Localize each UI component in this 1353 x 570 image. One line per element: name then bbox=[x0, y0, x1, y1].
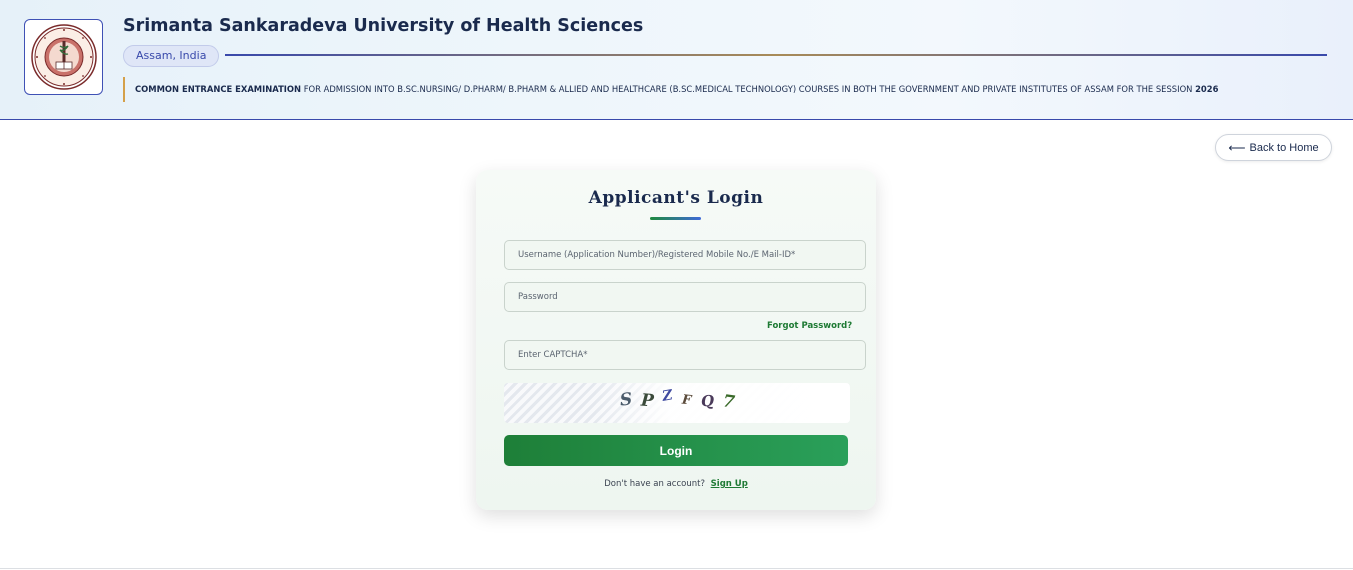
exam-description: FOR ADMISSION INTO B.SC.NURSING/ D.PHARM… bbox=[301, 84, 1196, 94]
forgot-password-link[interactable]: Forgot Password? bbox=[767, 321, 852, 331]
footer-divider bbox=[0, 568, 1353, 569]
arrow-left-icon: ⟵ bbox=[1228, 140, 1246, 155]
username-input[interactable] bbox=[504, 240, 866, 270]
signup-row: Don't have an account? Sign Up bbox=[476, 479, 876, 489]
signup-link[interactable]: Sign Up bbox=[711, 479, 748, 489]
login-title: Applicant's Login bbox=[588, 188, 764, 208]
captcha-char: P bbox=[640, 390, 655, 412]
captcha-image: S P Z F Q 7 bbox=[504, 383, 850, 423]
login-button[interactable]: Login bbox=[504, 435, 848, 466]
captcha-char: S bbox=[618, 389, 634, 411]
captcha-char: F bbox=[681, 392, 693, 409]
captcha-input[interactable] bbox=[504, 340, 866, 370]
captcha-char: 7 bbox=[721, 391, 736, 413]
university-name: Srimanta Sankaradeva University of Healt… bbox=[123, 16, 644, 36]
university-seal-icon bbox=[30, 24, 97, 90]
exam-title: COMMON ENTRANCE EXAMINATION bbox=[135, 84, 302, 94]
university-logo bbox=[24, 19, 103, 95]
exam-announcement: COMMON ENTRANCE EXAMINATION FOR ADMISSIO… bbox=[123, 77, 1303, 102]
password-input[interactable] bbox=[504, 282, 866, 312]
login-card: Applicant's Login Forgot Password? S P Z… bbox=[476, 170, 876, 510]
captcha-char: Z bbox=[661, 387, 674, 405]
site-header: Srimanta Sankaradeva University of Healt… bbox=[0, 0, 1353, 120]
back-to-home-button[interactable]: ⟵ Back to Home bbox=[1215, 134, 1332, 161]
no-account-text: Don't have an account? bbox=[604, 479, 705, 489]
location-badge: Assam, India bbox=[123, 45, 220, 67]
session-year: 2026 bbox=[1195, 84, 1219, 94]
captcha-char: Q bbox=[700, 391, 715, 411]
title-underline bbox=[650, 217, 701, 220]
header-divider bbox=[225, 54, 1327, 56]
captcha-characters: S P Z F Q 7 bbox=[618, 387, 736, 413]
back-to-home-label: Back to Home bbox=[1249, 141, 1319, 154]
